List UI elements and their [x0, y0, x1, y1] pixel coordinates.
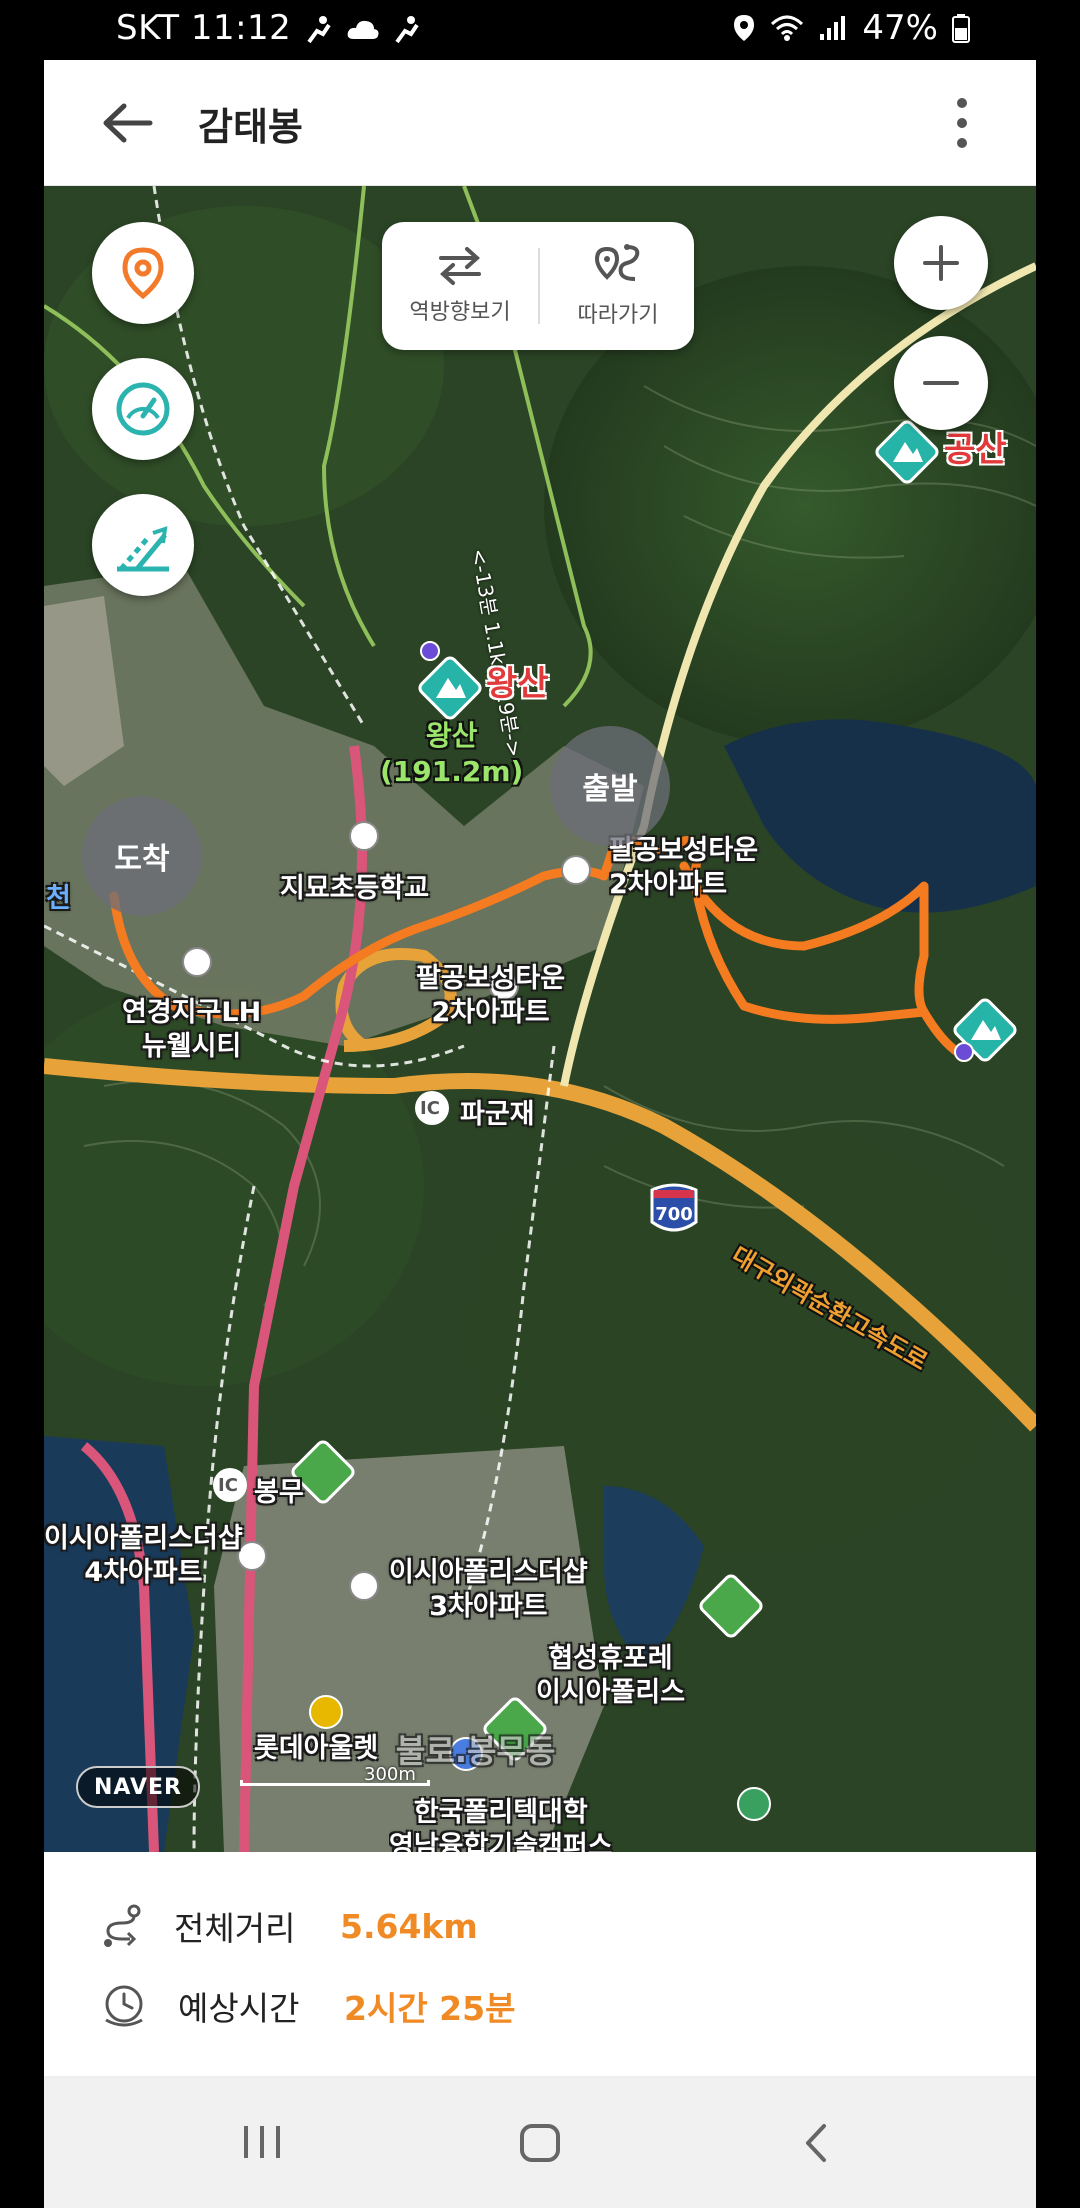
scale-bar — [240, 1780, 430, 1786]
location-icon — [734, 15, 755, 41]
system-nav-bar — [44, 2078, 1036, 2208]
follow-label: 따라가기 — [577, 303, 659, 328]
peak-label-wangsan: 왕산 — [486, 664, 549, 704]
label-pagunjae: 파군재 — [460, 1099, 535, 1130]
plus-icon — [923, 245, 959, 281]
location-pin-icon — [122, 247, 164, 299]
more-vert-icon[interactable] — [952, 96, 972, 150]
ic-text-bongmu: IC — [218, 1475, 238, 1496]
clock-icon — [105, 1985, 143, 2027]
poi-outlet-icon — [309, 1695, 343, 1729]
label-bongmu: 봉무 — [254, 1477, 304, 1508]
time-label: 예상시간 — [178, 1989, 300, 2028]
elevation-button[interactable] — [92, 494, 194, 596]
follow-route-button[interactable]: 따라가기 — [540, 222, 696, 350]
label-apt-b: 팔공보성타운 2차아파트 — [416, 963, 566, 1028]
label-polytech: 한국폴리텍대학 영남융합기술캠퍼스 — [389, 1797, 613, 1852]
poi-apt2-icon — [182, 947, 212, 977]
start-pin[interactable]: 출발 — [550, 726, 670, 846]
poi-apt5-icon — [349, 1571, 379, 1601]
status-left: SKT 11:12 — [116, 8, 423, 48]
speed-button[interactable] — [92, 358, 194, 460]
label-apt-e: 협성휴포레 이시아폴리스 — [536, 1643, 686, 1708]
my-location-button[interactable] — [92, 222, 194, 324]
back-arrow-icon[interactable] — [100, 98, 156, 148]
peak-height-wangsan: 왕산 (191.2m) — [380, 719, 524, 788]
app-frame: 감태봉 700 천 지묘초등학교 팔공보성타운 2차아파트 팔공보성타운 2차아… — [44, 60, 1036, 2208]
time-row: 예상시간 2시간 25분 — [100, 1976, 515, 2036]
label-school: 지묘초등학교 — [280, 873, 430, 904]
poi-park-icon — [737, 1787, 771, 1821]
reverse-direction-button[interactable]: 역방향보기 — [382, 222, 538, 350]
route-number-text: 700 — [655, 1204, 693, 1225]
label-apt-c: 이시아폴리스더샵 4차아파트 — [44, 1523, 243, 1588]
time-value: 2시간 25분 — [344, 1989, 516, 2028]
distance-route-icon — [104, 1904, 141, 1947]
poi-apt3-icon — [561, 855, 591, 885]
ic-text-pagunjae: IC — [420, 1098, 440, 1119]
wifi-icon — [771, 15, 804, 41]
battery-icon — [952, 14, 970, 43]
route-summary: 전체거리 5.64km 예상시간 2시간 25분 — [44, 1852, 1036, 2078]
peak-label-gongsan: 공산 — [944, 430, 1007, 470]
label-apt-a: 팔공보성타운 2차아파트 — [609, 835, 759, 900]
route-follow-icon — [594, 244, 640, 281]
label-cheon: 천 — [46, 883, 71, 914]
swap-arrows-icon — [439, 247, 481, 285]
signal-icon — [820, 16, 846, 40]
cloud-icon — [347, 20, 379, 39]
carrier-time: SKT 11:12 — [116, 8, 292, 48]
naver-logo: NAVER — [76, 1766, 200, 1808]
map-view[interactable]: 700 천 지묘초등학교 팔공보성타운 2차아파트 팔공보성타운 2차아파트 연… — [44, 186, 1036, 1852]
route-options: 역방향보기 따라가기 — [382, 222, 694, 350]
home-icon[interactable] — [518, 2122, 562, 2164]
label-apt-d: 이시아폴리스더샵 3차아파트 — [389, 1557, 588, 1622]
running-icon — [306, 15, 331, 43]
minus-icon — [923, 381, 959, 385]
reverse-label: 역방향보기 — [409, 300, 511, 325]
label-district: 불로.봉무동 — [396, 1732, 556, 1770]
speedometer-icon — [116, 382, 170, 436]
page-title: 감태봉 — [198, 105, 303, 149]
label-newcity: 연경지구LH 뉴웰시티 — [122, 997, 262, 1062]
running-icon-2 — [395, 15, 419, 43]
battery-percent: 47% — [862, 8, 938, 48]
label-outlet: 롯데아울렛 — [254, 1733, 379, 1764]
distance-row: 전체거리 5.64km — [100, 1896, 478, 1956]
elevation-icon — [117, 526, 169, 572]
poi-school-icon — [349, 821, 379, 851]
zoom-in-button[interactable] — [894, 216, 988, 310]
back-nav-icon[interactable] — [800, 2122, 832, 2164]
end-pin[interactable]: 도착 — [82, 796, 202, 916]
distance-label: 전체거리 — [174, 1909, 296, 1948]
status-right: 47% — [732, 8, 970, 48]
app-bar: 감태봉 — [44, 60, 1036, 186]
distance-value: 5.64km — [340, 1906, 478, 1946]
status-bar: SKT 11:12 47% — [0, 0, 1080, 60]
recent-apps-icon[interactable] — [240, 2122, 284, 2162]
zoom-out-button[interactable] — [894, 336, 988, 430]
